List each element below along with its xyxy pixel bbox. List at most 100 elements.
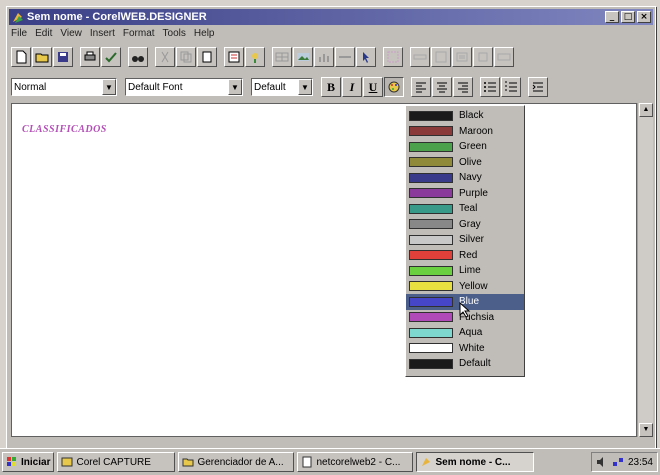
document-editor[interactable]: CLASSIFICADOS [11,103,637,437]
color-option-label: Silver [459,234,485,246]
chart-button[interactable] [314,47,334,67]
line-button[interactable] [335,47,355,67]
find-button[interactable] [128,47,148,67]
minimize-button[interactable]: _ [605,11,619,23]
copy-button[interactable] [176,47,196,67]
color-option-label: Default [459,358,491,370]
start-button[interactable]: Iniciar [2,452,55,472]
color-option-white[interactable]: White [406,341,524,357]
text-color-button[interactable] [384,77,404,97]
color-option-olive[interactable]: Olive [406,155,524,171]
color-swatch [409,327,453,338]
color-option-black[interactable]: Black [406,108,524,124]
publish-button[interactable] [245,47,265,67]
scroll-up-arrow-icon[interactable]: ▲ [639,103,653,117]
underline-button[interactable]: U [363,77,383,97]
palette-icon [388,81,400,93]
form-icon [387,51,399,63]
cut-button[interactable] [155,47,175,67]
italic-button[interactable]: I [342,77,362,97]
form-field-button-1[interactable] [410,47,430,67]
color-swatch [409,358,453,369]
chevron-down-icon[interactable]: ▼ [102,79,116,95]
image-button[interactable] [293,47,313,67]
align-right-button[interactable] [453,77,473,97]
network-icon[interactable] [612,456,624,468]
color-option-silver[interactable]: Silver [406,232,524,248]
align-left-button[interactable] [411,77,431,97]
menu-file[interactable]: File [11,28,27,39]
task-file-manager[interactable]: Gerenciador de A... [178,452,295,472]
document-heading: CLASSIFICADOS [22,124,107,135]
font-select[interactable]: Default Font ▼ [125,78,243,96]
form-field-button-2[interactable] [431,47,451,67]
form-field-button-4[interactable] [473,47,493,67]
chevron-down-icon[interactable]: ▼ [298,79,312,95]
task-sem-nome[interactable]: Sem nome - C... [416,452,535,472]
open-button[interactable] [32,47,52,67]
color-option-lime[interactable]: Lime [406,263,524,279]
mouse-cursor-icon [459,302,471,318]
bold-button[interactable]: B [321,77,341,97]
scroll-down-arrow-icon[interactable]: ▼ [639,423,653,437]
bullet-list-button[interactable] [480,77,500,97]
color-option-green[interactable]: Green [406,139,524,155]
color-option-purple[interactable]: Purple [406,186,524,202]
align-center-icon [437,82,447,93]
task-label: Sem nome - C... [435,456,511,468]
menu-insert[interactable]: Insert [90,28,115,39]
menu-view[interactable]: View [60,28,82,39]
numbered-list-button[interactable] [501,77,521,97]
form-field-button-3[interactable] [452,47,472,67]
color-option-red[interactable]: Red [406,248,524,264]
style-select[interactable]: Normal ▼ [11,78,117,96]
color-swatch [409,234,453,245]
print-button[interactable] [80,47,100,67]
preview-button[interactable] [224,47,244,67]
table-button[interactable] [272,47,292,67]
color-option-gray[interactable]: Gray [406,217,524,233]
close-button[interactable]: × [637,11,651,23]
title-bar: Sem nome - CorelWEB.DESIGNER _ □ × [9,9,653,25]
color-option-label: Olive [459,156,482,168]
menu-help[interactable]: Help [194,28,215,39]
standard-toolbar [11,43,651,71]
color-option-yellow[interactable]: Yellow [406,279,524,295]
color-option-maroon[interactable]: Maroon [406,124,524,140]
align-center-button[interactable] [432,77,452,97]
new-button[interactable] [11,47,31,67]
vertical-scrollbar[interactable]: ▲ ▼ [637,103,653,437]
chevron-down-icon[interactable]: ▼ [228,79,242,95]
task-corel-capture[interactable]: Corel CAPTURE [57,452,176,472]
menu-tools[interactable]: Tools [163,28,186,39]
style-select-value: Normal [14,81,47,93]
spellcheck-button[interactable] [101,47,121,67]
folder-icon [182,458,194,467]
save-button[interactable] [53,47,73,67]
start-label: Iniciar [21,456,51,468]
menu-edit[interactable]: Edit [35,28,52,39]
color-swatch [409,343,453,354]
pointer-button[interactable] [356,47,376,67]
paste-button[interactable] [197,47,217,67]
maximize-button[interactable]: □ [621,11,635,23]
color-option-label: Black [459,110,484,122]
form-button[interactable] [383,47,403,67]
color-option-default[interactable]: Default [406,356,524,372]
color-option-teal[interactable]: Teal [406,201,524,217]
color-dropdown-menu: Black Maroon Green Olive Navy Purple Teal Gray S… [405,105,525,377]
color-option-aqua[interactable]: Aqua [406,325,524,341]
table-icon [275,52,289,62]
menu-format[interactable]: Format [123,28,155,39]
size-select[interactable]: Default ▼ [251,78,313,96]
color-swatch [409,126,453,137]
task-label: Corel CAPTURE [76,456,151,468]
speaker-icon[interactable] [596,456,608,468]
color-swatch [409,265,453,276]
indent-icon [532,82,543,92]
task-netcorelweb2[interactable]: netcorelweb2 - C... [297,452,414,472]
indent-button[interactable] [528,77,548,97]
color-option-navy[interactable]: Navy [406,170,524,186]
color-swatch [409,157,453,168]
form-field-button-5[interactable] [494,47,514,67]
